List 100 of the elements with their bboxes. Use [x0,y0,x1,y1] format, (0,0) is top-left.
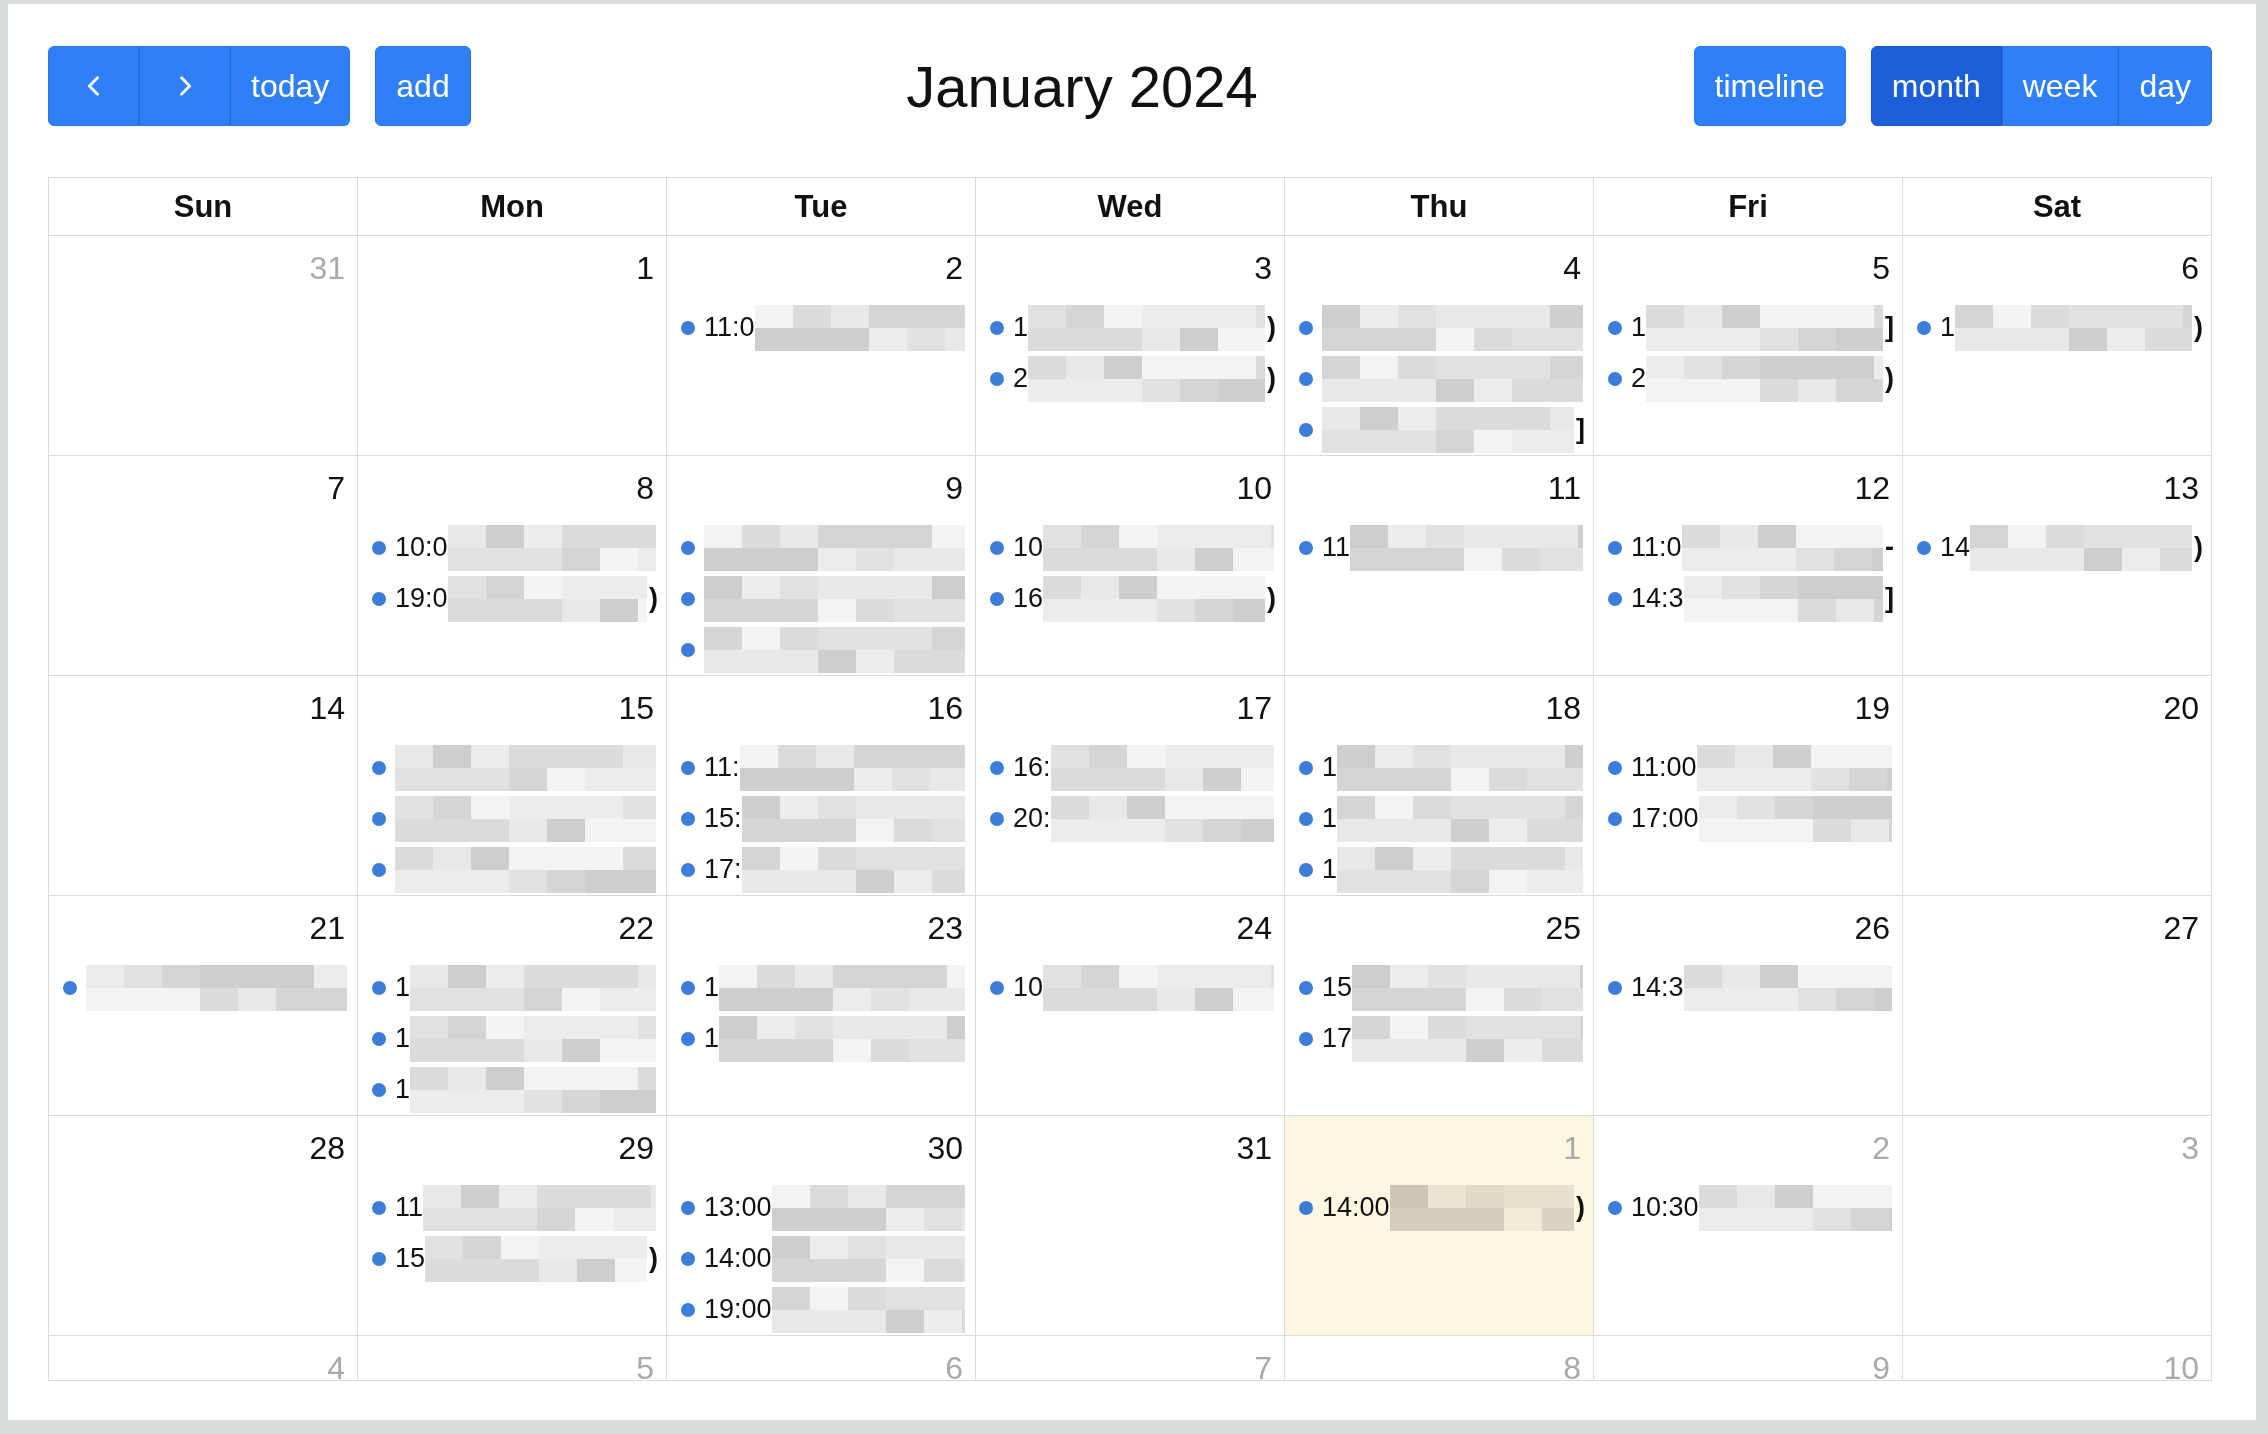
event-text: 2 [1013,363,1029,394]
event-text: ) [2194,312,2203,343]
event-dot-icon [1608,540,1622,555]
day-number: 17 [1236,689,1272,728]
event-text: 14:3 [1631,972,1684,1003]
view-button[interactable]: month [1870,46,2002,126]
event-dot-icon [681,1251,695,1266]
event-dot-icon [372,862,386,877]
event-dot-icon [1299,811,1313,826]
event-text: 11:0 [704,312,755,343]
event-text: 16 [1013,583,1044,614]
event-dot-icon [372,811,386,826]
day-number: 7 [1254,1349,1272,1380]
day-number: 10 [1236,469,1272,508]
day-number: 14 [309,689,345,728]
day-number: 9 [945,469,963,508]
event-text: 11 [1322,532,1351,563]
view-button[interactable]: day [2118,46,2212,126]
today-button[interactable]: today [230,46,351,126]
event-text: 15 [1322,972,1353,1003]
event-dot-icon [990,760,1004,775]
event-text: ) [1267,583,1276,614]
event-text: 11 [395,1192,424,1223]
event-dot-icon [1299,760,1313,775]
event-dot-icon [372,1031,386,1046]
day-number: 12 [1854,469,1890,508]
event-text: ) [1885,363,1894,394]
event-dot-icon [681,642,695,657]
event-text: ) [1267,363,1276,394]
day-number: 19 [1854,689,1890,728]
event-text: 17: [704,854,742,885]
event-text: 1 [1322,752,1338,783]
event-text: 1 [1322,803,1338,834]
event-dot-icon [1917,320,1931,335]
event-text: 11:00 [1631,752,1697,783]
event-dot-icon [990,811,1004,826]
add-button[interactable]: add [375,46,471,126]
event-text: 19:00 [704,1294,772,1325]
event-text: 19:0 [395,583,448,614]
day-number: 9 [1872,1349,1890,1380]
event-dot-icon [1299,862,1313,877]
event-text: ] [1576,414,1585,445]
day-number: 30 [927,1129,963,1168]
day-number: 8 [1563,1349,1581,1380]
day-number: 25 [1545,909,1581,948]
event-text: 1 [704,1023,720,1054]
weekday-header: Mon [358,178,667,236]
event-dot-icon [372,1251,386,1266]
day-number: 26 [1854,909,1890,948]
event-text: ) [1267,312,1276,343]
event-dot-icon [1608,320,1622,335]
event-dot-icon [681,1200,695,1215]
event-text: ) [649,1243,658,1274]
event-text: 10 [1013,972,1044,1003]
event-dot-icon [681,1302,695,1317]
day-number: 1 [636,249,654,288]
event-text: 14 [1940,532,1971,563]
event-dot-icon [1299,422,1313,437]
event-dot-icon [1299,1200,1313,1215]
event-dot-icon [372,980,386,995]
day-number: 2 [945,249,963,288]
previous-button[interactable] [48,46,139,126]
day-number: 27 [2163,909,2199,948]
event-text: 2 [1631,363,1647,394]
day-number: 1 [1563,1129,1581,1168]
weekday-header: Sat [1903,178,2212,236]
event-dot-icon [1608,811,1622,826]
event-text: 1 [1013,312,1029,343]
event-text: 1 [395,1023,411,1054]
event-text: ] [1885,312,1894,343]
day-number: 5 [1872,249,1890,288]
weekday-header: Wed [976,178,1285,236]
calendar-title: January 2024 [906,52,1258,120]
event-text: 14:3 [1631,583,1684,614]
view-button[interactable]: week [2001,46,2119,126]
event-text: 17:00 [1631,803,1699,834]
event-dot-icon [372,591,386,606]
event-text: ) [2194,532,2203,563]
event-text: 15 [395,1243,426,1274]
event-dot-icon [681,811,695,826]
event-text: - [1885,532,1894,563]
event-text: 17 [1322,1023,1353,1054]
chevron-right-icon [177,76,192,96]
day-number: 20 [2163,689,2199,728]
timeline-button[interactable]: timeline [1693,46,1846,126]
event-dot-icon [1299,320,1313,335]
event-dot-icon [681,862,695,877]
day-number: 22 [618,909,654,948]
event-text: 1 [704,972,720,1003]
event-text: ] [1885,583,1894,614]
event-text: 10:30 [1631,1192,1699,1223]
event-text: ) [649,583,658,614]
day-number: 11 [1547,469,1581,508]
event-text: 11:0 [1631,532,1682,563]
event-dot-icon [1299,980,1313,995]
event-dot-icon [681,760,695,775]
event-dot-icon [1608,980,1622,995]
event-dot-icon [990,980,1004,995]
event-dot-icon [681,540,695,555]
next-button[interactable] [139,46,230,126]
